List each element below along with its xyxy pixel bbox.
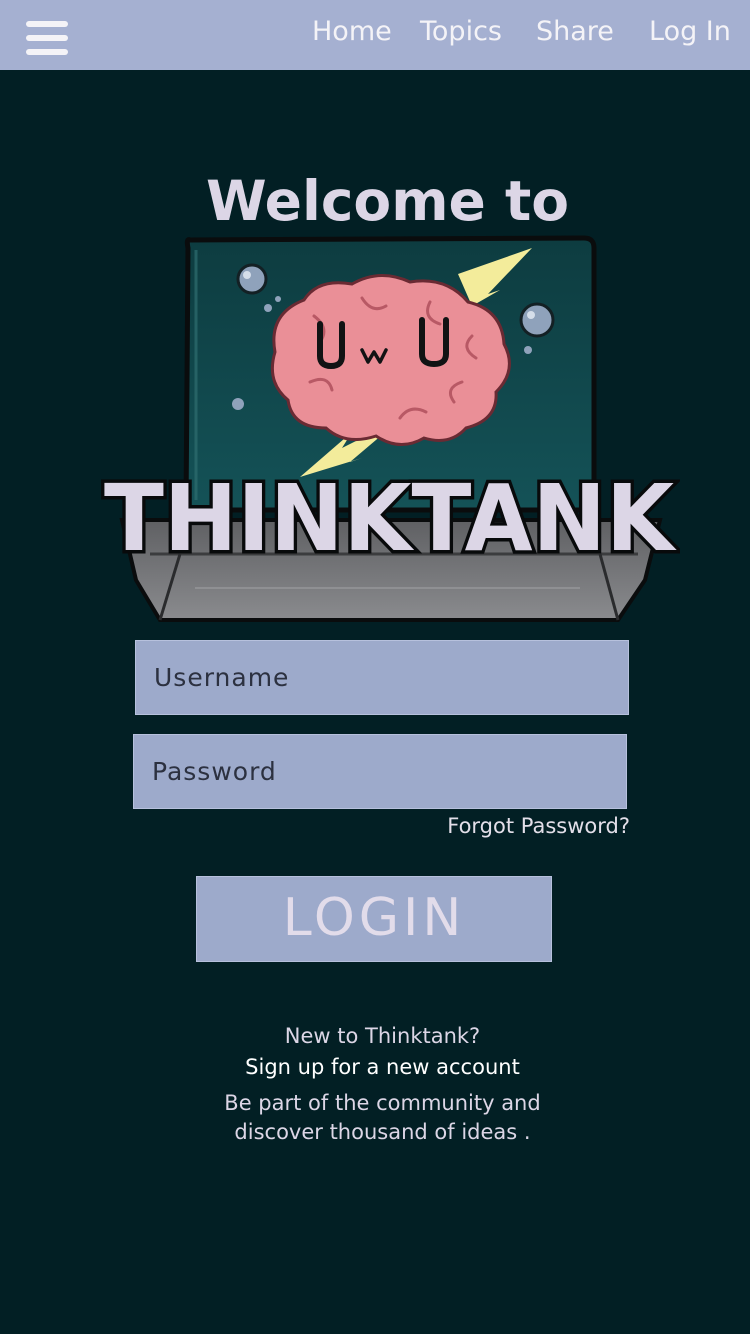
hamburger-menu-icon[interactable] bbox=[24, 19, 70, 59]
menu-line bbox=[26, 49, 68, 55]
nav-link-topics[interactable]: Topics bbox=[420, 14, 502, 50]
new-user-prompt: New to Thinktank? bbox=[284, 1024, 481, 1048]
top-nav-bar: Home Topics Share Log In bbox=[0, 0, 750, 70]
thinktank-logo: THINKTANK bbox=[101, 235, 680, 622]
sign-up-link[interactable]: Sign up for a new account bbox=[0, 1052, 750, 1082]
tagline-line-2: discover thousand of ideas . bbox=[234, 1120, 531, 1144]
logo-wordmark: THINKTANK bbox=[104, 465, 678, 572]
login-button[interactable]: LOGIN bbox=[196, 876, 552, 962]
menu-line bbox=[26, 21, 68, 27]
forgot-password-link[interactable]: Forgot Password? bbox=[390, 812, 630, 840]
welcome-heading: Welcome to bbox=[205, 169, 570, 233]
password-input[interactable] bbox=[133, 734, 627, 809]
username-input[interactable] bbox=[135, 640, 629, 715]
tagline-line-1: Be part of the community and bbox=[224, 1091, 541, 1115]
nav-link-home[interactable]: Home bbox=[312, 14, 392, 50]
menu-line bbox=[26, 35, 68, 41]
nav-link-log-in[interactable]: Log In bbox=[649, 14, 731, 50]
nav-link-share[interactable]: Share bbox=[536, 14, 614, 50]
